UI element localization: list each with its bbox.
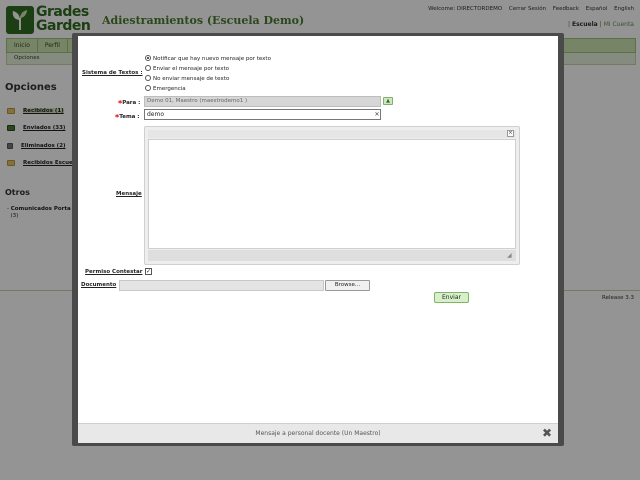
message-textarea[interactable] xyxy=(148,139,516,249)
editor-toolbar-button[interactable]: × xyxy=(507,130,514,137)
permiso-label: Permiso Contestar xyxy=(85,269,143,275)
radio-label: Emergencia xyxy=(153,86,186,92)
sistema-label: Sistema de Textos : xyxy=(82,70,143,76)
tema-label: *Tema : xyxy=(115,111,140,122)
radio-label: Enviar el mensaje por texto xyxy=(153,66,229,72)
modal-caption: Mensaje a personal docente (Un Maestro) xyxy=(255,430,381,437)
required-asterisk: * xyxy=(115,113,120,122)
radio-button-selected[interactable] xyxy=(145,54,151,61)
documento-file-field[interactable] xyxy=(119,280,324,291)
radio-label: Notificar que hay nuevo mensaje por text… xyxy=(153,56,271,62)
message-editor: × ◢ xyxy=(144,126,520,265)
radio-label: No enviar mensaje de texto xyxy=(153,76,230,82)
close-icon[interactable]: ✖ xyxy=(540,426,554,440)
send-button[interactable]: Enviar xyxy=(434,292,469,303)
clear-tema-icon[interactable]: ✕ xyxy=(373,109,381,120)
modal-footer: Mensaje a personal docente (Un Maestro) … xyxy=(78,423,558,443)
radio-enviar[interactable]: Enviar el mensaje por texto xyxy=(145,64,229,74)
expand-recipients-button[interactable]: ▲ xyxy=(383,97,393,105)
modal-body: Sistema de Textos : Notificar que hay nu… xyxy=(78,36,558,443)
radio-notificar[interactable]: Notificar que hay nuevo mensaje por text… xyxy=(145,54,271,64)
radio-no-enviar[interactable]: No enviar mensaje de texto xyxy=(145,74,229,84)
message-modal: Sistema de Textos : Notificar que hay nu… xyxy=(72,33,564,446)
required-asterisk: * xyxy=(118,99,123,108)
resize-grip-icon[interactable]: ◢ xyxy=(507,253,513,259)
editor-statusbar: ◢ xyxy=(148,250,516,261)
documento-label: Documento xyxy=(81,282,117,288)
para-label-text: Para : xyxy=(122,100,141,106)
radio-button[interactable] xyxy=(145,74,151,81)
radio-button[interactable] xyxy=(145,64,151,71)
radio-emergencia[interactable]: Emergencia xyxy=(145,84,186,94)
para-field[interactable]: Demo 01, Maestro (maestrodemo1 ) xyxy=(144,96,381,107)
radio-button[interactable] xyxy=(145,84,151,91)
browse-button[interactable]: Browse... xyxy=(325,280,370,291)
permiso-checkbox[interactable]: ✓ xyxy=(145,268,152,275)
editor-toolbar: × xyxy=(148,130,516,138)
tema-label-text: Tema : xyxy=(119,114,140,120)
para-label: *Para : xyxy=(118,97,141,108)
mensaje-label: Mensaje xyxy=(116,191,142,197)
tema-input[interactable] xyxy=(144,109,381,120)
